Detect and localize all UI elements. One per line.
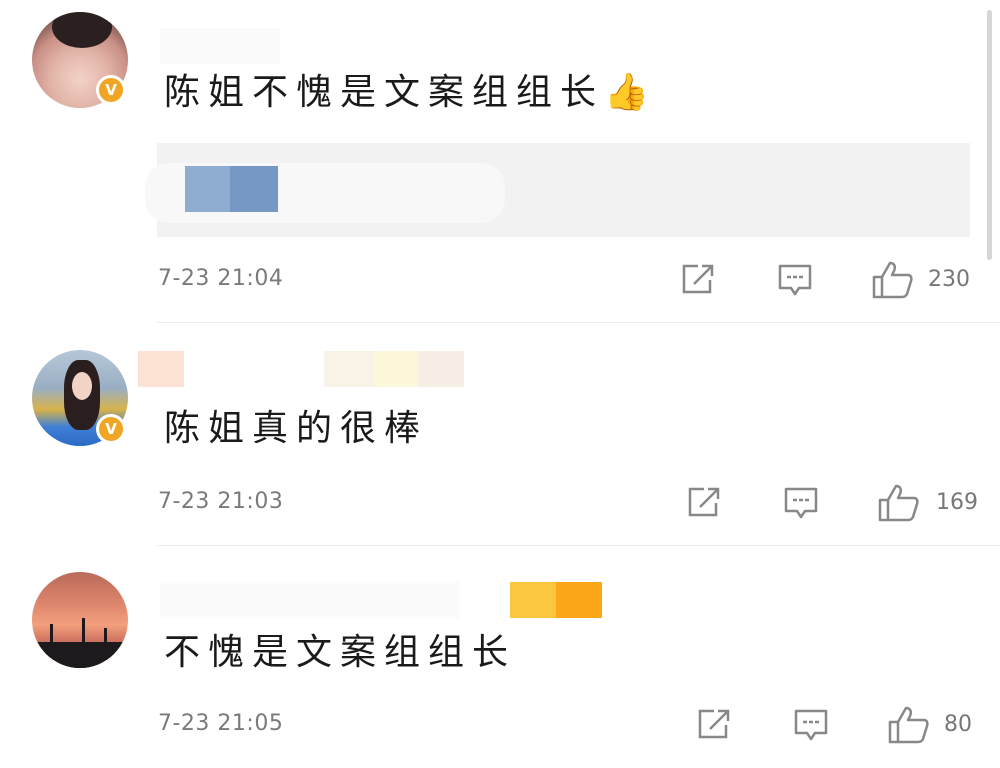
comment-icon (778, 264, 812, 296)
comment-button[interactable] (783, 485, 819, 521)
timestamp: 7-23 21:05 (158, 711, 284, 736)
like-count: 80 (944, 712, 972, 737)
timestamp: 7-23 21:03 (158, 489, 284, 514)
thumbs-up-icon (878, 484, 919, 522)
scrollbar[interactable] (987, 10, 992, 260)
divider (157, 545, 1000, 546)
quoted-reply[interactable] (145, 143, 970, 237)
like-button[interactable] (888, 704, 930, 744)
share-icon (688, 487, 720, 517)
comment-icon (794, 709, 828, 741)
username-masked (160, 28, 280, 64)
verified-badge-icon: V (96, 75, 126, 105)
like-count: 230 (928, 267, 970, 292)
avatar[interactable] (32, 572, 128, 668)
username-masked (160, 582, 602, 618)
username-masked (138, 351, 468, 387)
comment-button[interactable] (777, 262, 813, 298)
share-button[interactable] (680, 262, 716, 296)
like-button[interactable] (872, 259, 914, 299)
thumbs-up-icon (888, 706, 929, 744)
share-icon (698, 709, 730, 739)
timestamp: 7-23 21:04 (158, 266, 284, 291)
masked-content (230, 166, 278, 212)
divider (157, 322, 1000, 323)
comment-icon (784, 487, 818, 519)
share-button[interactable] (686, 485, 722, 519)
verified-badge-icon: V (96, 414, 126, 444)
like-count: 169 (936, 490, 978, 515)
thumbs-up-icon (872, 261, 913, 299)
like-button[interactable] (878, 482, 920, 522)
comment-text: 陈姐真的很棒 (164, 408, 429, 449)
comment-text: 不愧是文案组组长 (164, 632, 517, 673)
masked-content (185, 166, 230, 212)
comment-button[interactable] (793, 707, 829, 743)
comment-text: 陈姐不愧是文案组组长👍 (164, 72, 657, 113)
share-button[interactable] (696, 707, 732, 741)
share-icon (682, 264, 714, 294)
